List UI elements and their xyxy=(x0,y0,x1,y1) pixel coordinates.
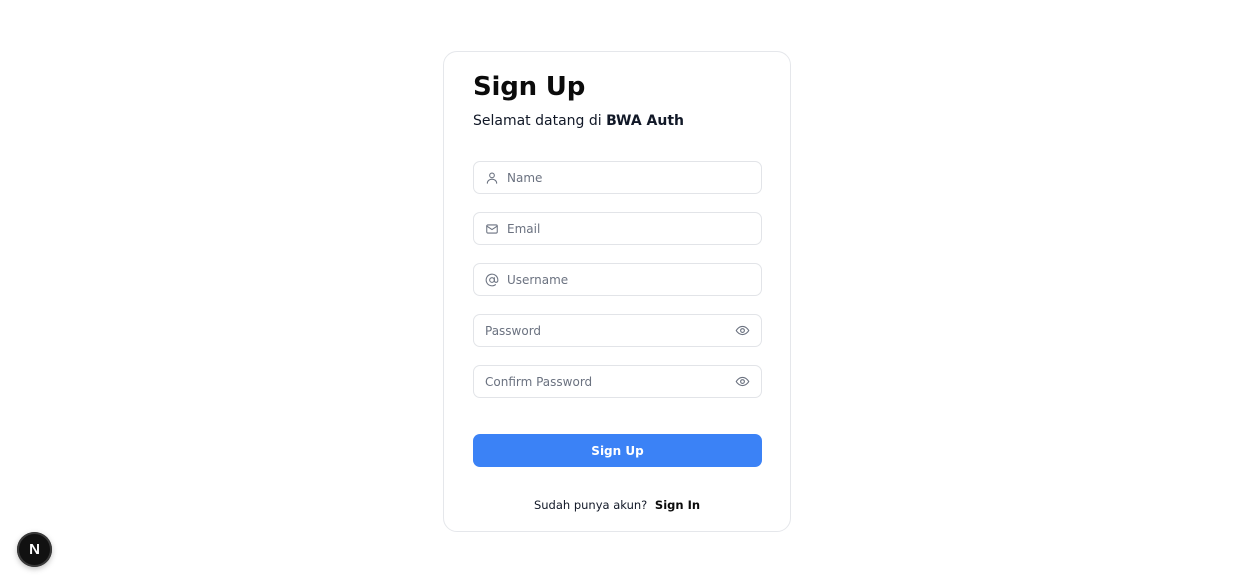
eye-icon[interactable] xyxy=(734,323,750,339)
at-sign-icon xyxy=(485,273,499,287)
mail-icon xyxy=(485,222,499,236)
email-field[interactable] xyxy=(473,212,762,245)
signup-card: Sign Up Selamat datang di BWA Auth Sign … xyxy=(443,51,791,532)
confirm-password-field[interactable] xyxy=(473,365,762,398)
page-title: Sign Up xyxy=(473,72,586,102)
confirm-password-input[interactable] xyxy=(485,366,734,397)
dev-badge-label: N xyxy=(29,541,40,558)
sign-in-link[interactable]: Sign In xyxy=(655,498,700,512)
username-input[interactable] xyxy=(507,264,750,295)
name-input[interactable] xyxy=(507,162,750,193)
user-icon xyxy=(485,171,499,185)
eye-icon[interactable] xyxy=(734,374,750,390)
subtitle-text: Selamat datang di xyxy=(473,113,607,129)
signin-prompt-text: Sudah punya akun? xyxy=(533,498,648,512)
nextjs-logo-icon[interactable]: N xyxy=(17,532,52,567)
signin-prompt: Sudah punya akun? Sign In xyxy=(444,498,790,512)
password-input[interactable] xyxy=(485,315,734,346)
brand-name: BWA Auth xyxy=(606,113,684,129)
page-subtitle: Selamat datang di BWA Auth xyxy=(473,113,684,129)
username-field[interactable] xyxy=(473,263,762,296)
email-input[interactable] xyxy=(507,213,750,244)
sign-up-button[interactable]: Sign Up xyxy=(473,434,762,467)
password-field[interactable] xyxy=(473,314,762,347)
name-field[interactable] xyxy=(473,161,762,194)
